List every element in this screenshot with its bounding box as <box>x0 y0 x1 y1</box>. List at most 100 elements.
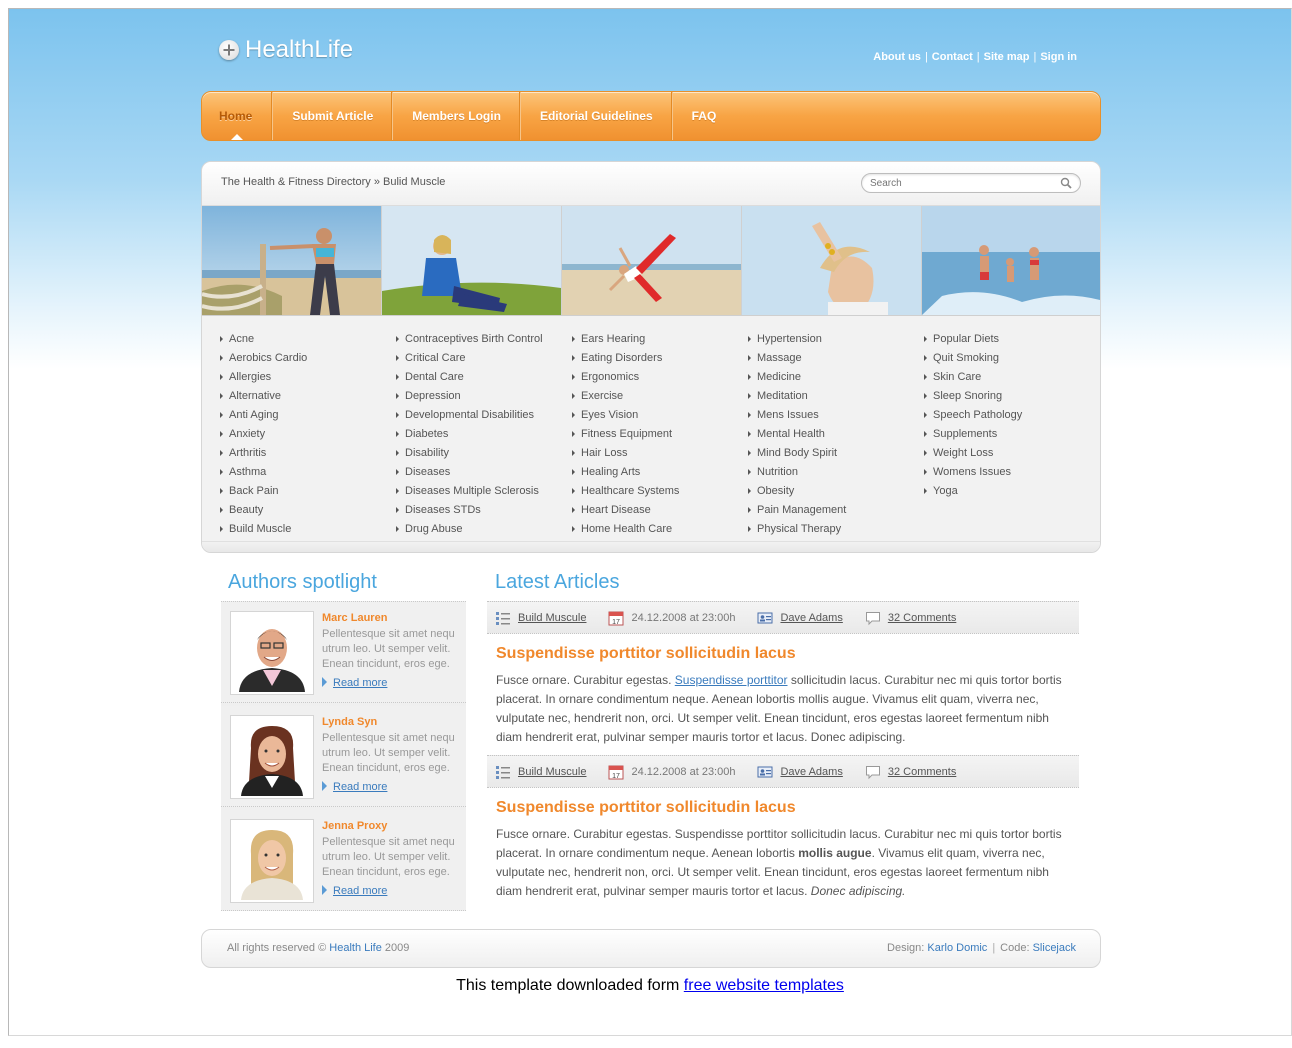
category-link[interactable]: Quit Smoking <box>924 351 1100 370</box>
footer-site-link[interactable]: Health Life <box>329 942 382 954</box>
category-link[interactable]: Diabetes <box>396 427 572 446</box>
article-inline-link[interactable]: Suspendisse porttitor <box>675 673 788 687</box>
read-more-link[interactable]: Read more <box>333 885 387 897</box>
category-link[interactable]: Allergies <box>220 370 396 389</box>
article-category-link[interactable]: Build Muscule <box>518 766 586 778</box>
nav-members-login[interactable]: Members Login <box>392 92 520 140</box>
sign-in-link[interactable]: Sign in <box>1040 51 1077 63</box>
category-link[interactable]: Diseases Multiple Sclerosis <box>396 484 572 503</box>
search-icon[interactable] <box>1060 177 1072 189</box>
category-link[interactable]: Hair Loss <box>572 446 748 465</box>
category-link[interactable]: Exercise <box>572 389 748 408</box>
author-name[interactable]: Jenna Proxy <box>322 820 387 832</box>
category-link[interactable]: Supplements <box>924 427 1100 446</box>
category-link[interactable]: Massage <box>748 351 924 370</box>
nav-faq[interactable]: FAQ <box>671 92 736 140</box>
category-link[interactable]: Mind Body Spirit <box>748 446 924 465</box>
avatar[interactable] <box>230 611 314 695</box>
designer-link[interactable]: Karlo Domic <box>927 942 987 954</box>
nav-submit-article[interactable]: Submit Article <box>272 92 392 140</box>
category-link[interactable]: Eyes Vision <box>572 408 748 427</box>
breadcrumb-root[interactable]: The Health & Fitness Directory <box>221 176 371 188</box>
category-link[interactable]: Build Muscle <box>220 522 396 541</box>
comment-icon <box>865 611 880 625</box>
category-link[interactable]: Obesity <box>748 484 924 503</box>
site-map-link[interactable]: Site map <box>984 51 1030 63</box>
category-link[interactable]: Asthma <box>220 465 396 484</box>
free-templates-link[interactable]: free website templates <box>684 977 844 994</box>
article-title[interactable]: Suspendisse porttitor sollicitudin lacus <box>496 645 1079 663</box>
logo[interactable]: HealthLife <box>219 35 353 65</box>
category-link[interactable]: Alternative <box>220 389 396 408</box>
category-link[interactable]: Anti Aging <box>220 408 396 427</box>
article-comments-link[interactable]: 32 Comments <box>888 766 956 778</box>
coder-link[interactable]: Slicejack <box>1033 942 1076 954</box>
category-link[interactable]: Sleep Snoring <box>924 389 1100 408</box>
page-frame: HealthLife About us | Contact | Site map | Sig… <box>8 8 1292 1036</box>
list-icon <box>496 765 510 779</box>
avatar[interactable] <box>230 715 314 799</box>
category-link[interactable]: Popular Diets <box>924 332 1100 351</box>
read-more: Read more <box>322 885 387 897</box>
article-author-link[interactable]: Dave Adams <box>780 766 842 778</box>
category-link[interactable]: Acne <box>220 332 396 351</box>
breadcrumb-current: Bulid Muscle <box>383 176 446 188</box>
calendar-icon: 17 <box>608 611 624 626</box>
category-link[interactable]: Healthcare Systems <box>572 484 748 503</box>
category-link[interactable]: Hypertension <box>748 332 924 351</box>
article-author-link[interactable]: Dave Adams <box>780 612 842 624</box>
category-link[interactable]: Physical Therapy <box>748 522 924 541</box>
category-link[interactable]: Skin Care <box>924 370 1100 389</box>
category-link[interactable]: Yoga <box>924 484 1100 503</box>
category-link[interactable]: Contraceptives Birth Control <box>396 332 572 351</box>
category-link[interactable]: Critical Care <box>396 351 572 370</box>
category-link[interactable]: Eating Disorders <box>572 351 748 370</box>
category-link[interactable]: Dental Care <box>396 370 572 389</box>
category-link[interactable]: Diseases STDs <box>396 503 572 522</box>
breadcrumb-separator: » <box>373 176 380 188</box>
category-link[interactable]: Depression <box>396 389 572 408</box>
category-link[interactable]: Ergonomics <box>572 370 748 389</box>
article: Build Muscule 17 24.12.2008 at 23:00h Da… <box>487 601 1079 747</box>
category-link[interactable]: Ears Hearing <box>572 332 748 351</box>
category-link[interactable]: Womens Issues <box>924 465 1100 484</box>
calendar-icon: 17 <box>608 765 624 780</box>
category-link[interactable]: Back Pain <box>220 484 396 503</box>
avatar[interactable] <box>230 819 314 903</box>
read-more-link[interactable]: Read more <box>333 781 387 793</box>
category-link[interactable]: Aerobics Cardio <box>220 351 396 370</box>
category-link[interactable]: Developmental Disabilities <box>396 408 572 427</box>
author-name[interactable]: Lynda Syn <box>322 716 377 728</box>
category-link[interactable]: Home Health Care <box>572 522 748 541</box>
category-link[interactable]: Medicine <box>748 370 924 389</box>
article-category-link[interactable]: Build Muscule <box>518 612 586 624</box>
category-link[interactable]: Mens Issues <box>748 408 924 427</box>
nav-home[interactable]: Home <box>202 92 272 140</box>
article-body: Fusce ornare. Curabitur egestas. Suspend… <box>496 671 1068 747</box>
category-link[interactable]: Drug Abuse <box>396 522 572 541</box>
category-link[interactable]: Anxiety <box>220 427 396 446</box>
category-column-2: Contraceptives Birth Control Critical Ca… <box>396 332 572 541</box>
category-link[interactable]: Heart Disease <box>572 503 748 522</box>
category-link[interactable]: Meditation <box>748 389 924 408</box>
article-title[interactable]: Suspendisse porttitor sollicitudin lacus <box>496 799 1079 817</box>
category-link[interactable]: Disability <box>396 446 572 465</box>
about-us-link[interactable]: About us <box>873 51 921 63</box>
category-link[interactable]: Pain Management <box>748 503 924 522</box>
nav-editorial-guidelines[interactable]: Editorial Guidelines <box>519 92 672 140</box>
category-link[interactable]: Mental Health <box>748 427 924 446</box>
category-link[interactable]: Beauty <box>220 503 396 522</box>
category-link[interactable]: Diseases <box>396 465 572 484</box>
category-link[interactable]: Nutrition <box>748 465 924 484</box>
category-link[interactable]: Arthritis <box>220 446 396 465</box>
article-bold-text: mollis augue <box>798 846 872 860</box>
article-comments-link[interactable]: 32 Comments <box>888 612 956 624</box>
category-link[interactable]: Weight Loss <box>924 446 1100 465</box>
author-name[interactable]: Marc Lauren <box>322 612 387 624</box>
search-input[interactable] <box>862 174 1050 192</box>
read-more-link[interactable]: Read more <box>333 677 387 689</box>
contact-link[interactable]: Contact <box>932 51 973 63</box>
category-link[interactable]: Fitness Equipment <box>572 427 748 446</box>
category-link[interactable]: Healing Arts <box>572 465 748 484</box>
category-link[interactable]: Speech Pathology <box>924 408 1100 427</box>
